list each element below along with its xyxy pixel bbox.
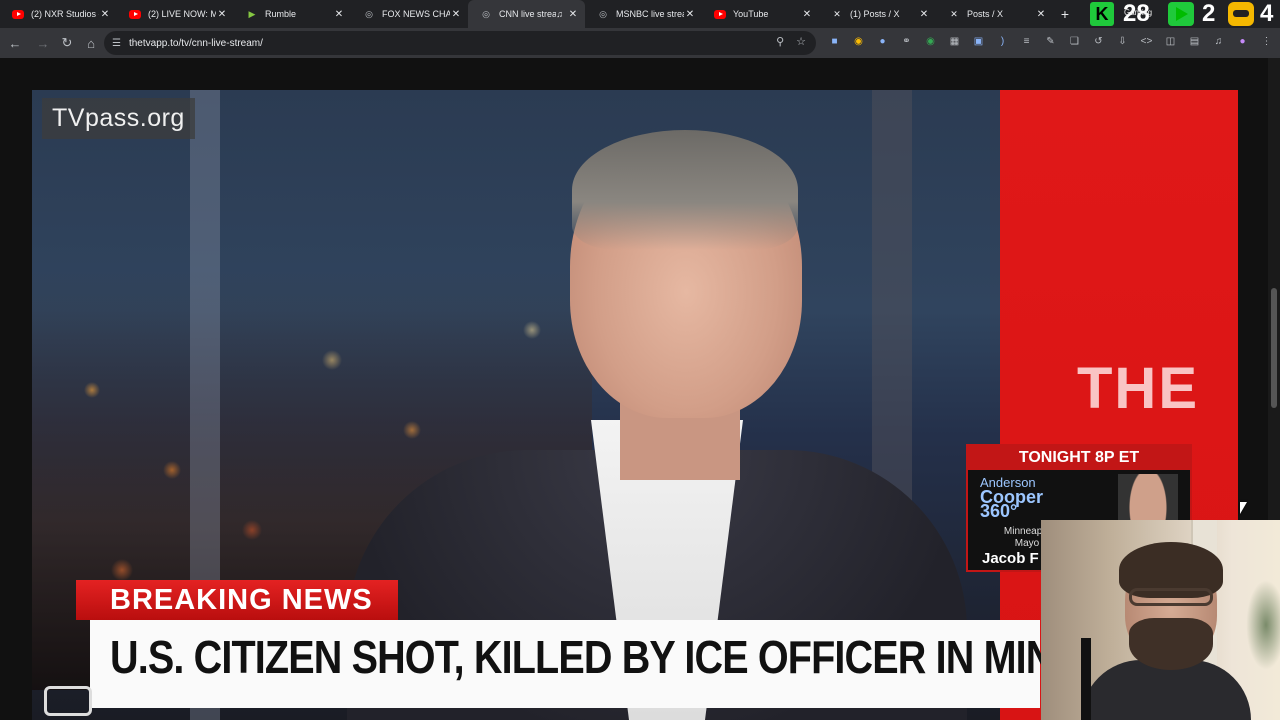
overlay-count-2: 2	[1202, 0, 1216, 27]
promo-show-name: Anderson Cooper 360°	[980, 476, 1080, 521]
promo-guest-name: Jacob F	[982, 550, 1039, 567]
tab-close-icon[interactable]: ✕	[918, 8, 930, 20]
tab-4[interactable]: ◎ CNN live stream♫ ✕	[468, 0, 585, 28]
tab-title: Posts / X	[967, 9, 1004, 19]
bookmark-star-icon[interactable]: ☆	[796, 35, 806, 48]
globe-icon: ◎	[599, 8, 607, 19]
extension-dot-icon[interactable]: ●	[874, 33, 891, 50]
promo-time: TONIGHT 8P ET	[968, 446, 1190, 470]
background-wall-text: THE	[1077, 356, 1199, 421]
tab-strip: (2) NXR Studios - Yo✕(2) LIVE NOW: Minn✕…	[0, 0, 1280, 28]
history-icon[interactable]: ↺	[1090, 33, 1107, 50]
extension-window-icon[interactable]: ▣	[970, 33, 987, 50]
tab-close-icon[interactable]: ✕	[684, 8, 696, 20]
devtools-icon[interactable]: <>	[1138, 33, 1155, 50]
tab-1[interactable]: (2) LIVE NOW: Minn✕	[117, 0, 234, 28]
promo-show-line2: Cooper 360°	[980, 487, 1043, 521]
sidepanel-icon[interactable]: ◫	[1162, 33, 1179, 50]
youtube-icon	[129, 8, 141, 20]
tab-close-icon[interactable]: ✕	[801, 8, 813, 20]
tab-close-icon[interactable]: ✕	[99, 8, 111, 20]
url-text[interactable]: thetvapp.to/tv/cnn-live-stream/	[129, 38, 263, 49]
extensions-puzzle-icon[interactable]: ✎	[1042, 33, 1059, 50]
tab-6[interactable]: YouTube ✕	[702, 0, 819, 28]
profile-avatar[interactable]: ●	[1234, 33, 1251, 50]
tab-2[interactable]: ▶ Rumble ✕	[234, 0, 351, 28]
youtube-icon	[714, 8, 726, 20]
x-icon: ✕	[833, 8, 841, 19]
headline-box: U.S. CITIZEN SHOT, KILLED BY ICE OFFICER…	[90, 620, 1238, 708]
streamer-glasses	[1129, 588, 1213, 606]
back-icon[interactable]: ←	[3, 31, 27, 55]
tab-3[interactable]: ◎ FOX NEWS CHANNEL✕	[351, 0, 468, 28]
overlay-gaming-label: Gaming	[1124, 8, 1153, 17]
home-icon[interactable]: ⌂	[79, 31, 103, 55]
address-bar[interactable]: ☰ thetvapp.to/tv/cnn-live-stream/ ⚲ ☆	[104, 31, 816, 55]
tab-title: YouTube	[733, 9, 769, 19]
tab-title: CNN live stream	[499, 9, 557, 19]
tab-close-icon[interactable]: ✕	[450, 8, 462, 20]
tab-close-icon[interactable]: ✕	[1035, 8, 1047, 20]
tab-close-icon[interactable]: ✕	[333, 8, 345, 20]
rumble-icon: ▶	[248, 8, 256, 19]
webcam-plant	[1246, 580, 1280, 670]
streamer-beard	[1129, 618, 1213, 670]
tab-7[interactable]: ✕ (1) Posts / X ✕	[819, 0, 936, 28]
lower-third: BREAKING NEWS U.S. CITIZEN SHOT, KILLED …	[44, 580, 1238, 720]
scrollbar-thumb[interactable]	[1271, 288, 1277, 408]
reload-icon[interactable]: ↻	[55, 31, 79, 55]
tab-title: Rumble	[265, 9, 297, 19]
tab-8[interactable]: ✕ Posts / X ✕	[936, 0, 1053, 28]
tab-audio-icon[interactable]: ♫	[556, 9, 563, 19]
overlay-count-3: 4	[1260, 0, 1274, 27]
cnn-logo	[44, 686, 92, 716]
webcam-overlay	[1041, 520, 1280, 720]
site-info-icon[interactable]: ☰	[112, 38, 121, 49]
extension-shield-icon[interactable]: ■	[826, 33, 843, 50]
tab-title: FOX NEWS CHANNEL	[382, 9, 450, 19]
watermark: TVpass.org	[42, 98, 195, 139]
tab-title: (1) Posts / X	[850, 9, 900, 19]
extension-chrome-icon[interactable]: ◉	[850, 33, 867, 50]
microphone	[1081, 638, 1091, 720]
tab-close-icon[interactable]: ✕	[216, 8, 228, 20]
x-icon: ✕	[950, 8, 958, 19]
extension-translate-icon[interactable]: ≡	[1018, 33, 1035, 50]
overlay-k-logo: K	[1090, 2, 1114, 26]
extension-grid-icon[interactable]: ▦	[946, 33, 963, 50]
anchor-hair	[572, 130, 798, 250]
extensions-row: ■ ◉ ● ⚭ ◉ ▦ ▣ ) ≡ ✎ ❏ ↺ ⇩ <> ◫ ▤ ♫ ● ⋮	[826, 33, 1275, 50]
globe-icon: ◎	[365, 8, 373, 19]
forward-icon[interactable]: →	[31, 31, 55, 55]
tab-title: (2) NXR Studios - Yo	[31, 9, 99, 19]
tab-title: MSNBC live stream	[616, 9, 684, 19]
screenshot-icon[interactable]: ❏	[1066, 33, 1083, 50]
breaking-news-banner: BREAKING NEWS	[76, 580, 398, 620]
youtube-icon	[12, 8, 24, 20]
zoom-icon[interactable]: ⚲	[776, 35, 784, 48]
mouse-cursor-icon	[1240, 502, 1247, 514]
overlay-mask-icon	[1228, 2, 1254, 26]
overlay-play-icon	[1168, 2, 1194, 26]
media-controls-icon[interactable]: ♫	[1210, 33, 1227, 50]
tab-0[interactable]: (2) NXR Studios - Yo✕	[0, 0, 117, 28]
menu-kebab-icon[interactable]: ⋮	[1258, 33, 1275, 50]
extension-badge-icon[interactable]: ◉	[922, 33, 939, 50]
tab-title: (2) LIVE NOW: Minn	[148, 9, 216, 19]
new-tab-button[interactable]: +	[1053, 6, 1077, 22]
globe-icon: ◎	[482, 8, 490, 19]
extension-glasses-icon[interactable]: ⚭	[898, 33, 915, 50]
reading-list-icon[interactable]: ▤	[1186, 33, 1203, 50]
tab-close-icon[interactable]: ✕	[567, 8, 579, 20]
downloads-icon[interactable]: ⇩	[1114, 33, 1131, 50]
extension-speaker-icon[interactable]: )	[994, 33, 1011, 50]
tab-5[interactable]: ◎ MSNBC live stream✕	[585, 0, 702, 28]
